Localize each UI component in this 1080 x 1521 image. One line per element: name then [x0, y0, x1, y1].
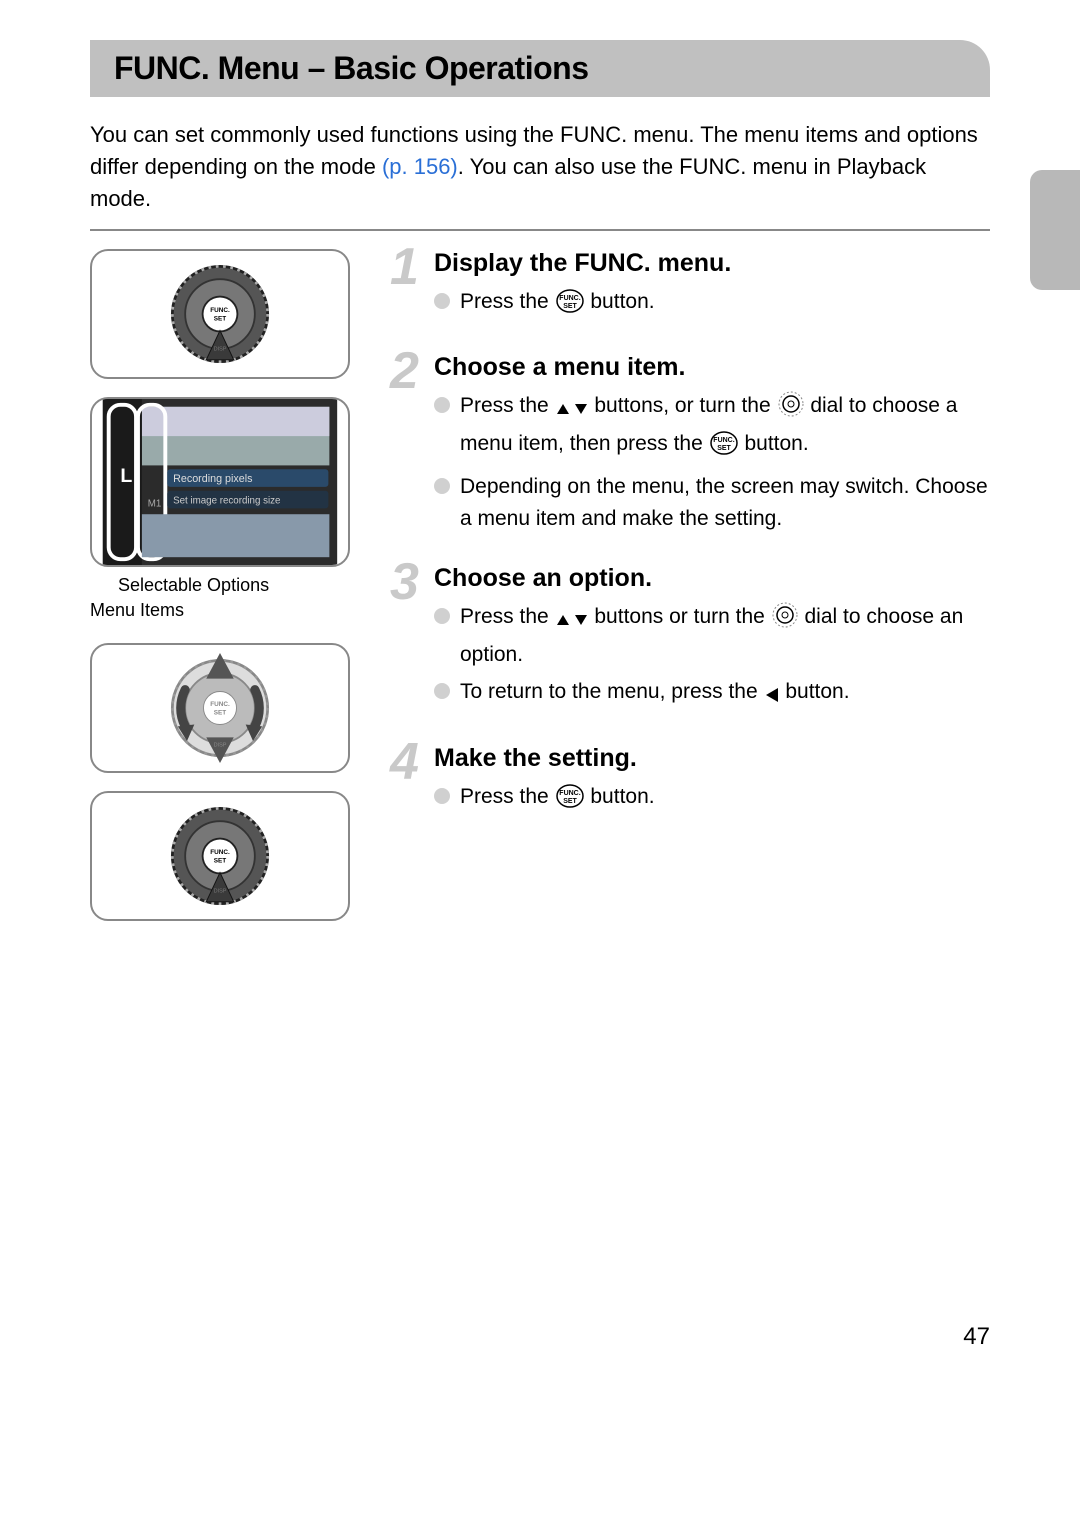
camera-screen-figure: L M1 Recording pixels Set image recordin… — [90, 397, 350, 567]
svg-text:L: L — [120, 465, 132, 487]
bullet-text: Press the FUNC.SET button. — [460, 781, 990, 819]
step-number: 2 — [390, 349, 434, 540]
svg-text:FUNC.: FUNC. — [210, 701, 230, 708]
bullet-dot-icon — [434, 788, 450, 804]
step-number: 1 — [390, 245, 434, 330]
instruction-bullet: Depending on the menu, the screen may sw… — [434, 471, 990, 534]
func-set-icon: FUNC.SET — [555, 288, 585, 324]
dial-figure-turn-arrows: FUNC. SET DISP — [90, 643, 350, 773]
control-dial-icon — [771, 601, 799, 639]
annotation-menu-items: Menu Items — [90, 600, 350, 621]
svg-text:FUNC.: FUNC. — [210, 307, 230, 314]
bullet-dot-icon — [434, 293, 450, 309]
step-4: 4Make the setting.Press the FUNC.SET but… — [390, 744, 990, 825]
step-title: Choose an option. — [434, 564, 990, 593]
side-tab — [1030, 170, 1080, 290]
instruction-bullet: Press the buttons, or turn the dial to c… — [434, 390, 990, 465]
left-arrow-icon — [764, 682, 780, 714]
svg-text:SET: SET — [214, 315, 227, 322]
step-3: 3Choose an option.Press the buttons or t… — [390, 564, 990, 720]
svg-text:DISP: DISP — [214, 888, 227, 894]
svg-text:FUNC.: FUNC. — [210, 849, 230, 856]
intro-paragraph: You can set commonly used functions usin… — [90, 119, 990, 215]
step-title: Make the setting. — [434, 744, 990, 773]
up-down-arrows-icon — [555, 607, 589, 639]
svg-text:M1: M1 — [148, 498, 162, 509]
svg-text:Recording pixels: Recording pixels — [173, 473, 252, 485]
instruction-bullet: Press the buttons or turn the dial to ch… — [434, 601, 990, 670]
func-set-icon: FUNC.SET — [709, 430, 739, 466]
bullet-dot-icon — [434, 608, 450, 624]
bullet-dot-icon — [434, 683, 450, 699]
divider — [90, 229, 990, 231]
step-title: Display the FUNC. menu. — [434, 249, 990, 278]
step-2: 2Choose a menu item.Press the buttons, o… — [390, 353, 990, 540]
svg-text:FUNC.: FUNC. — [559, 790, 580, 797]
section-title-banner: FUNC. Menu – Basic Operations — [90, 40, 990, 97]
svg-text:FUNC.: FUNC. — [713, 437, 734, 444]
control-dial-icon — [777, 390, 805, 428]
svg-text:SET: SET — [214, 709, 227, 716]
bullet-dot-icon — [434, 478, 450, 494]
screen-annotation: Selectable Options Menu Items — [90, 575, 350, 621]
page-reference-link[interactable]: (p. 156) — [382, 154, 458, 179]
bullet-text: Press the buttons or turn the dial to ch… — [460, 601, 990, 670]
svg-text:SET: SET — [214, 857, 227, 864]
step-number: 4 — [390, 740, 434, 825]
svg-text:SET: SET — [563, 798, 577, 805]
svg-text:SET: SET — [717, 445, 731, 452]
section-title: FUNC. Menu – Basic Operations — [114, 50, 966, 87]
svg-text:DISP: DISP — [214, 742, 227, 748]
up-down-arrows-icon — [555, 396, 589, 428]
annotation-selectable-options: Selectable Options — [118, 575, 350, 596]
dial-figure-press-funcset-2: FUNC. SET DISP — [90, 791, 350, 921]
svg-text:DISP: DISP — [214, 346, 227, 352]
instruction-bullet: Press the FUNC.SET button. — [434, 286, 990, 324]
func-set-icon: FUNC.SET — [555, 783, 585, 819]
step-number: 3 — [390, 560, 434, 720]
svg-text:FUNC.: FUNC. — [559, 295, 580, 302]
instruction-bullet: Press the FUNC.SET button. — [434, 781, 990, 819]
step-1: 1Display the FUNC. menu.Press the FUNC.S… — [390, 249, 990, 330]
illustration-column: FUNC. SET DISP L M1 Re — [90, 249, 350, 939]
bullet-dot-icon — [434, 397, 450, 413]
page-number: 47 — [963, 1323, 990, 1351]
bullet-text: To return to the menu, press the button. — [460, 676, 990, 714]
instruction-bullet: To return to the menu, press the button. — [434, 676, 990, 714]
steps-column: 1Display the FUNC. menu.Press the FUNC.S… — [390, 249, 990, 939]
step-title: Choose a menu item. — [434, 353, 990, 382]
bullet-text: Depending on the menu, the screen may sw… — [460, 471, 990, 534]
svg-text:Set image recording size: Set image recording size — [173, 495, 280, 506]
svg-text:SET: SET — [563, 303, 577, 310]
bullet-text: Press the buttons, or turn the dial to c… — [460, 390, 990, 465]
dial-figure-press-funcset: FUNC. SET DISP — [90, 249, 350, 379]
bullet-text: Press the FUNC.SET button. — [460, 286, 990, 324]
